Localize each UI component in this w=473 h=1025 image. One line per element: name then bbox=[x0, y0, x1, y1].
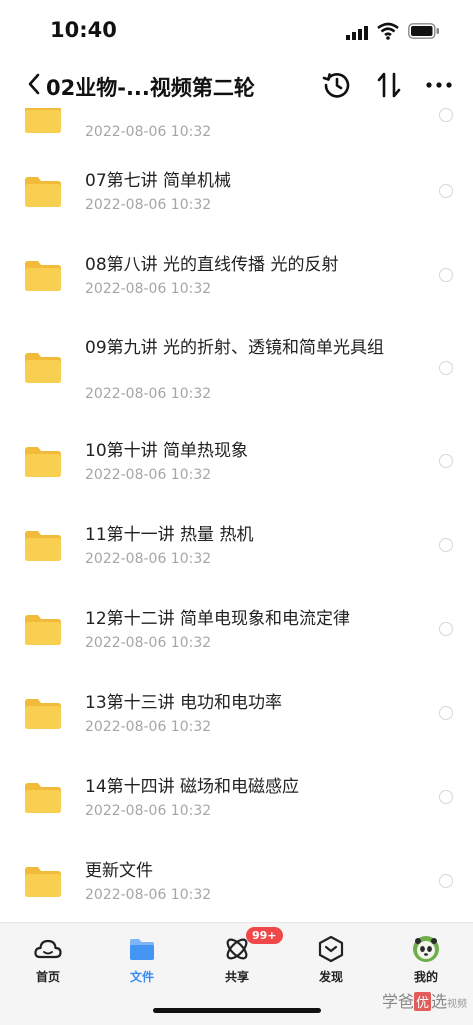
select-radio[interactable] bbox=[439, 538, 453, 552]
file-date: 2022-08-06 10:32 bbox=[85, 635, 212, 651]
select-radio[interactable] bbox=[439, 706, 453, 720]
file-name: 11第十一讲 热量 热机 bbox=[85, 525, 254, 545]
folder-icon bbox=[25, 353, 61, 383]
file-row[interactable]: 08第八讲 光的直线传播 光的反射 2022-08-06 10:32 bbox=[0, 242, 473, 326]
select-radio[interactable] bbox=[439, 874, 453, 888]
file-date: 2022-08-06 10:32 bbox=[85, 719, 212, 735]
file-row[interactable]: 07第七讲 简单机械 2022-08-06 10:32 bbox=[0, 158, 473, 242]
file-date: 2022-08-06 10:32 bbox=[85, 197, 212, 213]
select-radio[interactable] bbox=[439, 108, 453, 122]
notification-badge: 99+ bbox=[246, 927, 283, 944]
cellular-signal-icon bbox=[346, 26, 368, 40]
file-date: 2022-08-06 10:32 bbox=[85, 803, 212, 819]
file-row[interactable]: 更新文件 2022-08-06 10:32 bbox=[0, 848, 473, 922]
watermark-text: 学爸 bbox=[382, 992, 415, 1011]
folder-icon bbox=[130, 939, 154, 960]
select-radio[interactable] bbox=[439, 790, 453, 804]
file-name: 08第八讲 光的直线传播 光的反射 bbox=[85, 255, 339, 275]
file-name: 13第十三讲 电功和电功率 bbox=[85, 693, 283, 713]
tab-label: 发现 bbox=[318, 970, 343, 984]
file-date: 2022-08-06 10:32 bbox=[85, 887, 212, 903]
watermark-small: 视频 bbox=[447, 999, 468, 1010]
wifi-icon bbox=[377, 22, 399, 40]
tab-home[interactable]: 首页 bbox=[18, 929, 78, 985]
history-icon[interactable] bbox=[322, 70, 352, 100]
status-time: 10:40 bbox=[50, 18, 117, 42]
tab-label: 首页 bbox=[35, 970, 60, 984]
file-row[interactable]: 10第十讲 简单热现象 2022-08-06 10:32 bbox=[0, 428, 473, 512]
file-name: 07第七讲 简单机械 bbox=[85, 171, 232, 191]
file-row[interactable]: 2022-08-06 10:32 bbox=[0, 108, 473, 152]
watermark: 学爸优选视频 bbox=[382, 988, 467, 1012]
file-name: 09第九讲 光的折射、透镜和简单光具组 bbox=[85, 338, 385, 358]
file-date: 2022-08-06 10:32 bbox=[85, 386, 212, 402]
cloud-icon bbox=[34, 939, 62, 959]
home-indicator bbox=[153, 1008, 321, 1013]
file-date: 2022-08-06 10:32 bbox=[85, 551, 212, 567]
file-date: 2022-08-06 10:32 bbox=[85, 467, 212, 483]
folder-icon bbox=[25, 531, 61, 561]
folder-icon bbox=[25, 108, 61, 133]
select-radio[interactable] bbox=[439, 184, 453, 198]
file-name: 10第十讲 简单热现象 bbox=[85, 441, 249, 461]
file-name: 14第十四讲 磁场和电磁感应 bbox=[85, 777, 300, 797]
tab-label: 我的 bbox=[413, 970, 438, 984]
tab-label: 文件 bbox=[129, 970, 154, 984]
file-list: 2022-08-06 10:32 07第七讲 简单机械 2022-08-06 1… bbox=[0, 108, 473, 922]
back-chevron-icon[interactable] bbox=[26, 70, 44, 98]
watermark-text-2: 选 bbox=[431, 992, 448, 1011]
watermark-box: 优 bbox=[414, 992, 432, 1011]
tab-discover[interactable]: 发现 bbox=[301, 929, 361, 985]
file-row[interactable]: 13第十三讲 电功和电功率 2022-08-06 10:32 bbox=[0, 680, 473, 764]
folder-icon bbox=[25, 177, 61, 207]
page-title: 02业物-...视频第二轮 bbox=[46, 76, 255, 100]
folder-icon bbox=[25, 867, 61, 897]
tab-files[interactable]: 文件 bbox=[112, 929, 172, 985]
tab-label: 共享 bbox=[224, 970, 249, 984]
folder-icon bbox=[25, 447, 61, 477]
sort-icon[interactable] bbox=[374, 70, 404, 100]
tab-mine[interactable]: 我的 bbox=[396, 929, 456, 985]
select-radio[interactable] bbox=[439, 454, 453, 468]
select-radio[interactable] bbox=[439, 268, 453, 282]
folder-icon bbox=[25, 783, 61, 813]
file-name: 12第十二讲 简单电现象和电流定律 bbox=[85, 609, 351, 629]
battery-icon bbox=[408, 23, 439, 39]
nav-bar: 02业物-...视频第二轮 bbox=[0, 62, 473, 108]
file-date: 2022-08-06 10:32 bbox=[85, 281, 212, 297]
file-row[interactable]: 11第十一讲 热量 热机 2022-08-06 10:32 bbox=[0, 512, 473, 596]
file-row[interactable]: 12第十二讲 简单电现象和电流定律 2022-08-06 10:32 bbox=[0, 596, 473, 680]
status-bar: 10:40 bbox=[0, 0, 473, 62]
file-name: 更新文件 bbox=[85, 861, 153, 881]
file-row[interactable]: 14第十四讲 磁场和电磁感应 2022-08-06 10:32 bbox=[0, 764, 473, 848]
folder-icon bbox=[25, 699, 61, 729]
folder-icon bbox=[25, 261, 61, 291]
select-radio[interactable] bbox=[439, 622, 453, 636]
file-date: 2022-08-06 10:32 bbox=[85, 124, 212, 140]
select-radio[interactable] bbox=[439, 361, 453, 375]
more-icon[interactable] bbox=[424, 70, 454, 100]
file-row[interactable]: 09第九讲 光的折射、透镜和简单光具组 2022-08-06 10:32 bbox=[0, 326, 473, 434]
avatar-icon bbox=[413, 936, 439, 962]
folder-icon bbox=[25, 615, 61, 645]
discover-icon bbox=[318, 935, 344, 963]
